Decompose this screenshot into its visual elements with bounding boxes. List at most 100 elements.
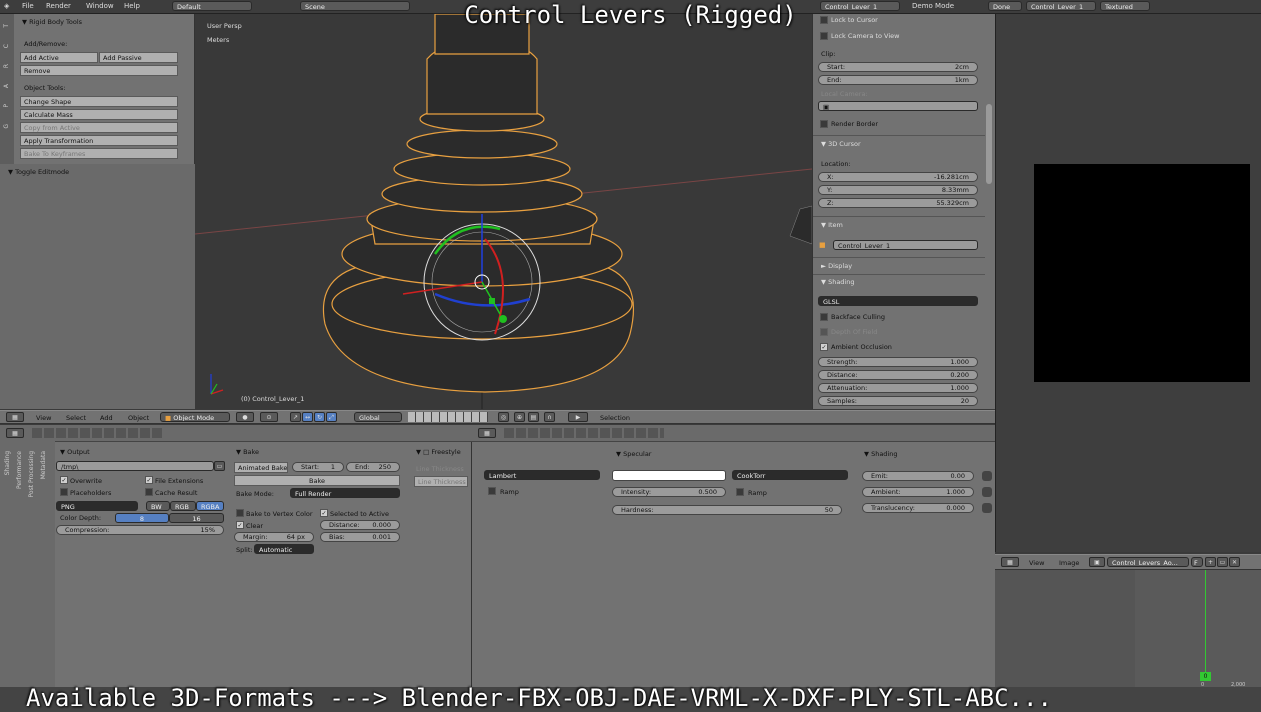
ao-strength-field[interactable]: Strength: 1.000 [818,357,978,367]
output-path-field[interactable]: /tmp\ [56,461,214,471]
cache-result-checkbox[interactable] [145,488,153,496]
render-icon[interactable]: ▶ [568,412,588,422]
depth-of-field-checkbox[interactable] [820,328,828,336]
image-menu[interactable]: Image [1059,559,1079,567]
add-passive-button[interactable]: Add Passive [99,52,178,63]
ambient-keyframe-icon[interactable] [982,487,992,497]
translate-icon[interactable]: ↔ [302,412,313,422]
overwrite-checkbox[interactable]: ✓ [60,476,68,484]
cursor-z-field[interactable]: Z: 55.329cm [818,198,978,208]
bake-header[interactable]: ▼ Bake [236,448,259,456]
split-select[interactable]: Automatic [254,544,314,554]
ambient-occlusion-checkbox[interactable]: ✓ [820,343,828,351]
tab-animation[interactable]: A [3,84,10,88]
tab-relations[interactable]: R [3,64,10,68]
bake-vertex-checkbox[interactable] [236,509,244,517]
display-header[interactable]: ► Display [821,262,852,270]
specular-intensity-slider[interactable]: Intensity: 0.500 [612,487,726,497]
image-editor-canvas[interactable]: 0 0 2,000 [995,570,1261,688]
render-border-checkbox[interactable] [820,120,828,128]
image-browse-icon[interactable]: ▣ [1089,557,1105,567]
cursor-x-field[interactable]: X: -16.281cm [818,172,978,182]
lock-camera-checkbox[interactable] [820,32,828,40]
object-menu[interactable]: Object [128,414,149,422]
scene-render[interactable] [195,14,812,409]
add-menu[interactable]: Add [100,414,113,422]
add-active-button[interactable]: Add Active [20,52,98,63]
select-menu[interactable]: Select [66,414,86,422]
animated-bake-button[interactable]: Animated Bake [234,462,288,473]
ao-attenuation-field[interactable]: Attenuation: 1.000 [818,383,978,393]
rgba-button[interactable]: RGBA [196,501,224,511]
properties-editor-icon[interactable]: ▦ [478,428,496,438]
mat-shading-header[interactable]: ▼ Shading [864,450,897,458]
specular-shader-select[interactable]: CookTorr [732,470,848,480]
open-image-icon[interactable]: ▭ [1217,557,1228,567]
image-view-menu[interactable]: View [1029,559,1044,567]
tab-metadata[interactable]: Metadata [40,451,47,479]
bake-margin-field[interactable]: Margin: 64 px [234,532,314,542]
placeholders-checkbox[interactable] [60,488,68,496]
diffuse-shader-select[interactable]: Lambert [484,470,600,480]
rotate-icon[interactable]: ↻ [314,412,325,422]
translucency-slider[interactable]: Translucency: 0.000 [862,503,974,513]
emit-keyframe-icon[interactable] [982,471,992,481]
depth-16-button[interactable]: 16 [169,513,224,523]
properties-context-tabs[interactable] [504,428,664,438]
shading-header[interactable]: ▼ Shading [821,278,854,286]
tab-grease-pencil[interactable]: G [3,124,10,129]
bake-mode-select[interactable]: Full Render [290,488,400,498]
clear-checkbox[interactable]: ✓ [236,521,244,529]
3d-viewport[interactable]: User Persp Meters (0) Control_Lever_1 [195,14,812,409]
ao-samples-field[interactable]: Samples: 20 [818,396,978,406]
image-name-field[interactable]: Control_Levers_Ao... [1107,557,1189,567]
panel-scrollbar[interactable] [986,104,992,184]
specular-ramp-checkbox[interactable] [736,488,744,496]
clip-start-field[interactable]: Start: 2cm [818,62,978,72]
file-format-select[interactable]: PNG [56,501,138,511]
new-image-icon[interactable]: + [1205,557,1216,567]
proportional-edit-icon[interactable]: ◎ [498,412,509,422]
snap-icon[interactable]: ⊕ [514,412,525,422]
fake-user-button[interactable]: F [1191,557,1203,567]
line-thickness-button[interactable]: Line Thickness [414,476,468,487]
bake-end-field[interactable]: End: 250 [346,462,400,472]
tab-post-processing[interactable]: Post Processing [28,451,35,498]
image-editor-type-icon[interactable]: ▦ [1001,557,1019,567]
cursor-y-field[interactable]: Y: 8.33mm [818,185,978,195]
copy-from-active-button[interactable]: Copy from Active [20,122,178,133]
diffuse-ramp-checkbox[interactable] [488,487,496,495]
view-menu[interactable]: View [36,414,51,422]
output-header[interactable]: ▼ Output [60,448,90,456]
ambient-slider[interactable]: Ambient: 1.000 [862,487,974,497]
folder-icon[interactable]: ▭ [214,461,225,471]
bake-start-field[interactable]: Start: 1 [292,462,344,472]
selected-to-active-checkbox[interactable]: ✓ [320,509,328,517]
magnet-icon[interactable]: ∩ [544,412,555,422]
manipulator-toggle-icon[interactable]: ↗ [290,412,301,422]
render-image[interactable] [1034,164,1250,382]
tab-create[interactable]: C [3,44,10,48]
editor-type-icon[interactable]: ▦ [6,412,24,422]
rgb-button[interactable]: RGB [170,501,196,511]
layer-buttons[interactable] [408,412,488,422]
depth-8-button[interactable]: 8 [115,513,169,523]
current-frame-marker[interactable]: 0 [1200,672,1211,681]
pin-icon[interactable]: ✕ [1229,557,1240,567]
bw-button[interactable]: BW [146,501,170,511]
change-shape-button[interactable]: Change Shape [20,96,178,107]
remove-button[interactable]: Remove [20,65,178,76]
pivot-point-icon[interactable]: ⊙ [260,412,278,422]
tab-shading[interactable]: Shading [4,451,11,475]
ao-distance-field[interactable]: Distance: 0.200 [818,370,978,380]
properties-context-tabs[interactable] [32,428,164,438]
scale-icon[interactable]: ⤢ [326,412,337,422]
tab-performance[interactable]: Performance [16,451,23,489]
apply-transformation-button[interactable]: Apply Transformation [20,135,178,146]
compression-slider[interactable]: Compression: 15% [56,525,224,535]
tab-physics[interactable]: P [3,104,10,108]
bake-button[interactable]: Bake [234,475,400,486]
mode-select[interactable]: ■ Object Mode [160,412,230,422]
hardness-slider[interactable]: Hardness: 50 [612,505,842,515]
local-camera-field[interactable]: ▣ [818,101,978,111]
